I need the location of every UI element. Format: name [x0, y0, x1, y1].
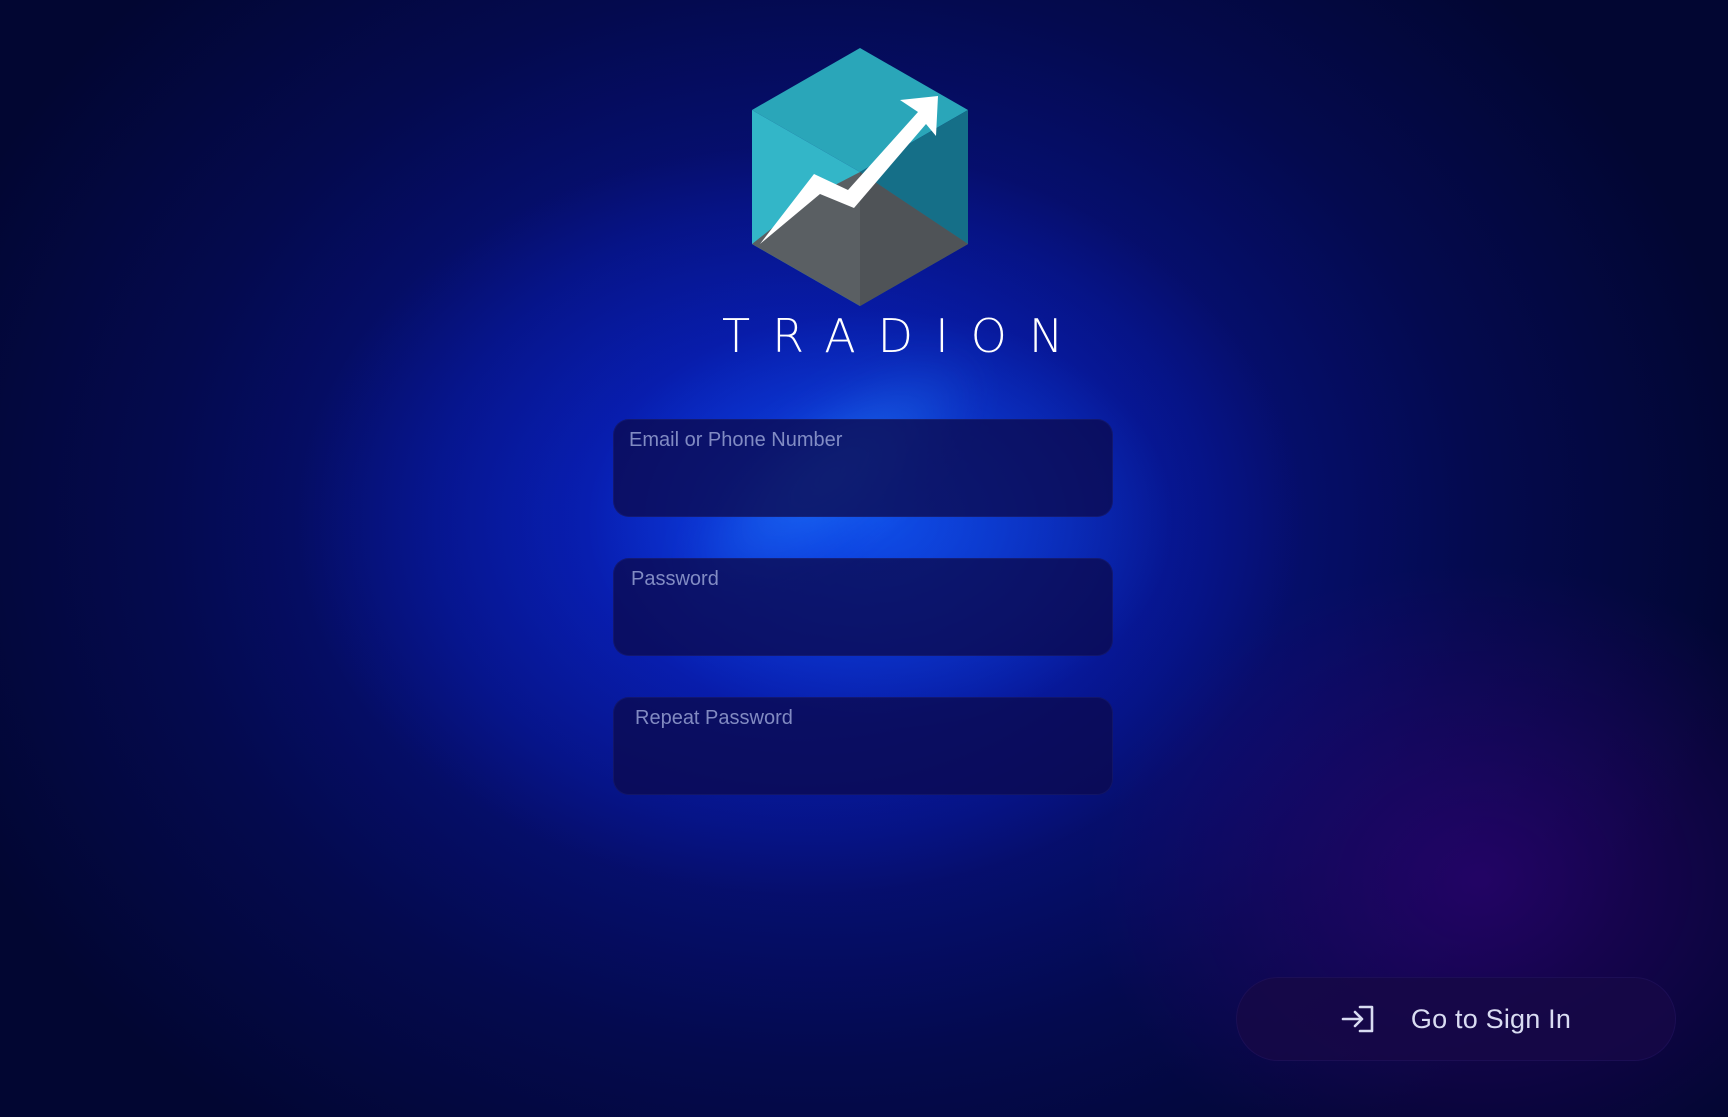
brand-name: TRADION	[722, 309, 1086, 363]
email-field-label: Email or Phone Number	[629, 429, 843, 451]
sign-in-icon	[1341, 1004, 1375, 1034]
go-to-sign-in-button[interactable]: Go to Sign In	[1236, 977, 1676, 1061]
password-field[interactable]: Password	[613, 558, 1113, 656]
password-input[interactable]	[629, 604, 1097, 642]
email-field[interactable]: Email or Phone Number	[613, 419, 1113, 517]
repeat-password-field-label: Repeat Password	[635, 707, 793, 729]
brand-logo	[750, 48, 970, 308]
password-field-label: Password	[631, 568, 719, 590]
hexagon-cube-trend-arrow-icon	[752, 48, 968, 306]
repeat-password-field[interactable]: Repeat Password	[613, 697, 1113, 795]
email-input[interactable]	[629, 465, 1097, 503]
go-to-sign-in-label: Go to Sign In	[1410, 1003, 1572, 1034]
repeat-password-input[interactable]	[629, 743, 1097, 781]
